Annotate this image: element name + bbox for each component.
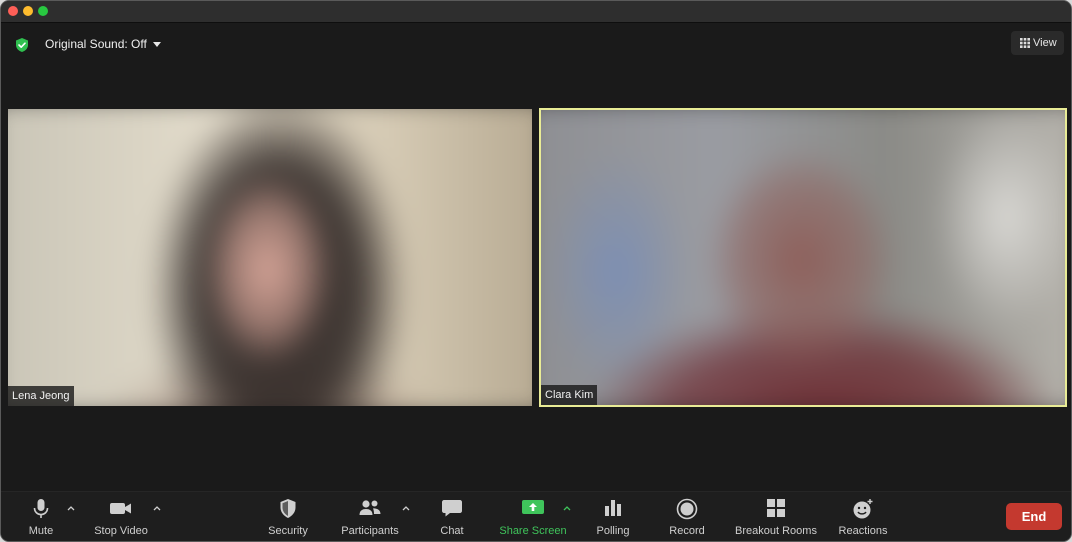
title-bar: [1, 1, 1071, 23]
breakout-rooms-button[interactable]: Breakout Rooms: [734, 492, 818, 541]
participants-button[interactable]: Participants: [337, 492, 403, 541]
participants-icon: [359, 500, 381, 515]
video-camera-icon: [110, 503, 131, 514]
record-icon: [676, 498, 698, 520]
grid-view-icon: [1020, 38, 1030, 48]
audio-options-chevron-up-icon[interactable]: [67, 504, 75, 512]
zoom-window-button[interactable]: [38, 6, 48, 16]
mute-button[interactable]: Mute: [19, 492, 63, 541]
minimize-window-button[interactable]: [23, 6, 33, 16]
chat-bubble-icon: [442, 500, 462, 517]
mute-label: Mute: [28, 525, 54, 537]
reactions-label: Reactions: [838, 525, 888, 537]
polling-button[interactable]: Polling: [592, 492, 634, 541]
chat-label: Chat: [440, 525, 464, 537]
end-meeting-button[interactable]: End: [1006, 503, 1062, 530]
original-sound-toggle[interactable]: Original Sound: Off: [45, 36, 147, 52]
polling-label: Polling: [596, 525, 630, 537]
record-label: Record: [669, 525, 705, 537]
microphone-icon: [33, 499, 49, 518]
polling-bar-chart-icon: [605, 500, 621, 516]
meeting-top-bar: Original Sound: Off View: [1, 23, 1071, 65]
meeting-controls-toolbar: Mute Stop Video Security Participants Ch…: [1, 491, 1071, 541]
view-button-label: View: [1033, 37, 1057, 49]
participant-name-tag: Clara Kim: [541, 385, 598, 405]
zoom-window: Original Sound: Off View Lena Jeong Clar…: [0, 0, 1072, 542]
share-options-chevron-up-icon[interactable]: [563, 504, 571, 512]
video-feed: [8, 109, 532, 406]
stop-video-button[interactable]: Stop Video: [89, 492, 153, 541]
stop-video-label: Stop Video: [94, 525, 148, 537]
video-tile-clara-active-speaker[interactable]: Clara Kim: [539, 108, 1067, 407]
reactions-smiley-icon: [853, 499, 873, 519]
share-screen-arrow-icon: [522, 500, 544, 514]
share-screen-label: Share Screen: [499, 525, 567, 537]
video-options-chevron-up-icon[interactable]: [153, 504, 161, 512]
view-button[interactable]: View: [1011, 31, 1064, 55]
chat-button[interactable]: Chat: [432, 492, 472, 541]
close-window-button[interactable]: [8, 6, 18, 16]
security-shield-icon: [280, 499, 296, 518]
breakout-rooms-label: Breakout Rooms: [735, 525, 817, 537]
share-screen-button[interactable]: Share Screen: [498, 492, 568, 541]
security-button[interactable]: Security: [263, 492, 313, 541]
participants-options-chevron-up-icon[interactable]: [402, 504, 410, 512]
chevron-down-icon[interactable]: [153, 42, 161, 47]
breakout-rooms-grid-icon: [767, 499, 785, 517]
record-button[interactable]: Record: [665, 492, 709, 541]
video-feed: [541, 110, 1065, 405]
encryption-shield-icon[interactable]: [14, 37, 30, 53]
video-tile-lena[interactable]: Lena Jeong: [8, 109, 532, 406]
reactions-button[interactable]: Reactions: [835, 492, 891, 541]
participants-label: Participants: [341, 525, 399, 537]
security-label: Security: [268, 525, 308, 537]
participant-name-tag: Lena Jeong: [8, 386, 74, 406]
